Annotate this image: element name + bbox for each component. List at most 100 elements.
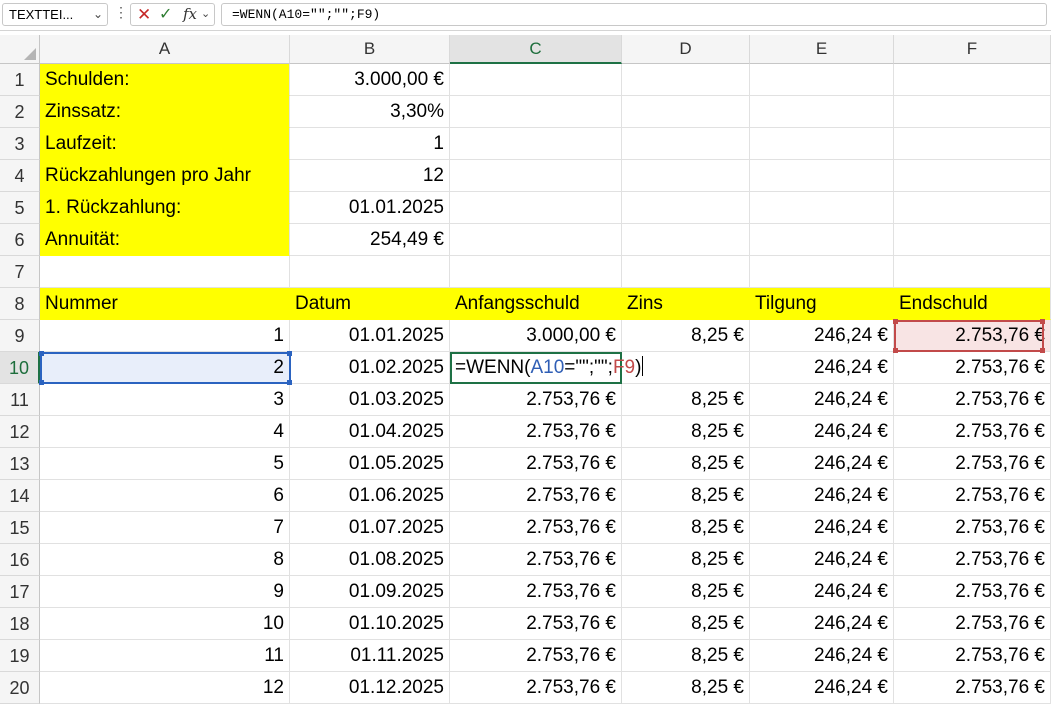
- empty-cell[interactable]: [450, 256, 622, 288]
- date-cell[interactable]: 01.04.2025: [290, 416, 450, 448]
- number-cell[interactable]: 12: [40, 672, 290, 704]
- interest-cell[interactable]: 8,25 €: [622, 384, 750, 416]
- empty-cell[interactable]: [622, 128, 750, 160]
- empty-cell[interactable]: [290, 256, 450, 288]
- number-cell[interactable]: 7: [40, 512, 290, 544]
- column-header-b[interactable]: B: [290, 35, 450, 64]
- principal-cell[interactable]: 246,24 €: [750, 384, 894, 416]
- date-cell[interactable]: 01.02.2025: [290, 352, 450, 384]
- principal-cell[interactable]: 246,24 €: [750, 352, 894, 384]
- opening-balance-cell[interactable]: 2.753,76 €: [450, 544, 622, 576]
- summary-value[interactable]: 12: [290, 160, 450, 192]
- editing-cell-c10[interactable]: =WENN(A10="";"";F9): [450, 352, 644, 384]
- closing-balance-cell[interactable]: 2.753,76 €: [894, 480, 1051, 512]
- column-header-d[interactable]: D: [622, 35, 750, 64]
- table-header-tilgung[interactable]: Tilgung: [750, 288, 894, 320]
- empty-cell[interactable]: [894, 128, 1051, 160]
- interest-cell[interactable]: 8,25 €: [622, 480, 750, 512]
- empty-cell[interactable]: [622, 96, 750, 128]
- closing-balance-cell[interactable]: 2.753,76 €: [894, 576, 1051, 608]
- row-header-15[interactable]: 15: [0, 512, 40, 544]
- date-cell[interactable]: 01.03.2025: [290, 384, 450, 416]
- opening-balance-cell[interactable]: 2.753,76 €: [450, 576, 622, 608]
- principal-cell[interactable]: 246,24 €: [750, 448, 894, 480]
- table-header-zins[interactable]: Zins: [622, 288, 750, 320]
- date-cell[interactable]: 01.08.2025: [290, 544, 450, 576]
- select-all-corner[interactable]: [0, 35, 40, 64]
- closing-balance-cell[interactable]: 2.753,76 €: [894, 608, 1051, 640]
- number-cell[interactable]: 4: [40, 416, 290, 448]
- interest-cell[interactable]: 8,25 €: [622, 512, 750, 544]
- number-cell[interactable]: 9: [40, 576, 290, 608]
- column-header-f[interactable]: F: [894, 35, 1051, 64]
- row-header-11[interactable]: 11: [0, 384, 40, 416]
- row-header-14[interactable]: 14: [0, 480, 40, 512]
- date-cell[interactable]: 01.09.2025: [290, 576, 450, 608]
- principal-cell[interactable]: 246,24 €: [750, 416, 894, 448]
- principal-cell[interactable]: 246,24 €: [750, 544, 894, 576]
- cancel-icon[interactable]: ✕: [137, 4, 151, 25]
- opening-balance-cell[interactable]: 2.753,76 €: [450, 512, 622, 544]
- empty-cell[interactable]: [622, 224, 750, 256]
- closing-balance-cell[interactable]: 2.753,76 €: [894, 416, 1051, 448]
- row-header-18[interactable]: 18: [0, 608, 40, 640]
- formula-input[interactable]: =WENN(A10="";"";F9): [221, 3, 1047, 26]
- interest-cell[interactable]: 8,25 €: [622, 448, 750, 480]
- column-header-c[interactable]: C: [450, 35, 622, 64]
- number-cell[interactable]: 11: [40, 640, 290, 672]
- check-icon[interactable]: ✓: [159, 4, 172, 25]
- number-cell[interactable]: 1: [40, 320, 290, 352]
- empty-cell[interactable]: [750, 160, 894, 192]
- row-header-8[interactable]: 8: [0, 288, 40, 320]
- empty-cell[interactable]: [450, 192, 622, 224]
- closing-balance-cell[interactable]: 2.753,76 €: [894, 448, 1051, 480]
- interest-cell[interactable]: 8,25 €: [622, 544, 750, 576]
- summary-value[interactable]: 254,49 €: [290, 224, 450, 256]
- opening-balance-cell[interactable]: 3.000,00 €: [450, 320, 622, 352]
- summary-label[interactable]: Zinssatz:: [40, 96, 290, 128]
- row-header-10[interactable]: 10: [0, 352, 40, 384]
- closing-balance-cell[interactable]: 2.753,76 €: [894, 672, 1051, 704]
- date-cell[interactable]: 01.05.2025: [290, 448, 450, 480]
- date-cell[interactable]: 01.10.2025: [290, 608, 450, 640]
- interest-cell[interactable]: 8,25 €: [622, 416, 750, 448]
- empty-cell[interactable]: [622, 160, 750, 192]
- table-header-nummer[interactable]: Nummer: [40, 288, 290, 320]
- column-header-e[interactable]: E: [750, 35, 894, 64]
- empty-cell[interactable]: [750, 128, 894, 160]
- empty-cell[interactable]: [894, 192, 1051, 224]
- row-header-7[interactable]: 7: [0, 256, 40, 288]
- row-header-1[interactable]: 1: [0, 64, 40, 96]
- row-header-5[interactable]: 5: [0, 192, 40, 224]
- row-header-4[interactable]: 4: [0, 160, 40, 192]
- closing-balance-cell[interactable]: 2.753,76 €: [894, 544, 1051, 576]
- empty-cell[interactable]: [450, 160, 622, 192]
- opening-balance-cell[interactable]: 2.753,76 €: [450, 448, 622, 480]
- interest-cell[interactable]: 8,25 €: [622, 640, 750, 672]
- empty-cell[interactable]: [750, 256, 894, 288]
- closing-balance-cell[interactable]: 2.753,76 €: [894, 352, 1051, 384]
- empty-cell[interactable]: [622, 192, 750, 224]
- more-options-icon[interactable]: ⋮: [114, 4, 128, 21]
- opening-balance-cell[interactable]: 2.753,76 €: [450, 640, 622, 672]
- empty-cell[interactable]: [750, 224, 894, 256]
- chevron-down-icon[interactable]: ⌄: [201, 4, 210, 25]
- principal-cell[interactable]: 246,24 €: [750, 320, 894, 352]
- number-cell[interactable]: 6: [40, 480, 290, 512]
- chevron-down-icon[interactable]: ⌄: [93, 4, 103, 25]
- closing-balance-cell[interactable]: 2.753,76 €: [894, 384, 1051, 416]
- row-header-13[interactable]: 13: [0, 448, 40, 480]
- row-header-19[interactable]: 19: [0, 640, 40, 672]
- empty-cell[interactable]: [450, 128, 622, 160]
- opening-balance-cell[interactable]: 2.753,76 €: [450, 480, 622, 512]
- number-cell[interactable]: 2: [40, 352, 290, 384]
- interest-cell[interactable]: 8,25 €: [622, 608, 750, 640]
- summary-label[interactable]: Annuität:: [40, 224, 290, 256]
- principal-cell[interactable]: 246,24 €: [750, 672, 894, 704]
- date-cell[interactable]: 01.11.2025: [290, 640, 450, 672]
- principal-cell[interactable]: 246,24 €: [750, 512, 894, 544]
- table-header-endschuld[interactable]: Endschuld: [894, 288, 1051, 320]
- number-cell[interactable]: 5: [40, 448, 290, 480]
- summary-label[interactable]: Rückzahlungen pro Jahr: [40, 160, 290, 192]
- summary-value[interactable]: 3.000,00 €: [290, 64, 450, 96]
